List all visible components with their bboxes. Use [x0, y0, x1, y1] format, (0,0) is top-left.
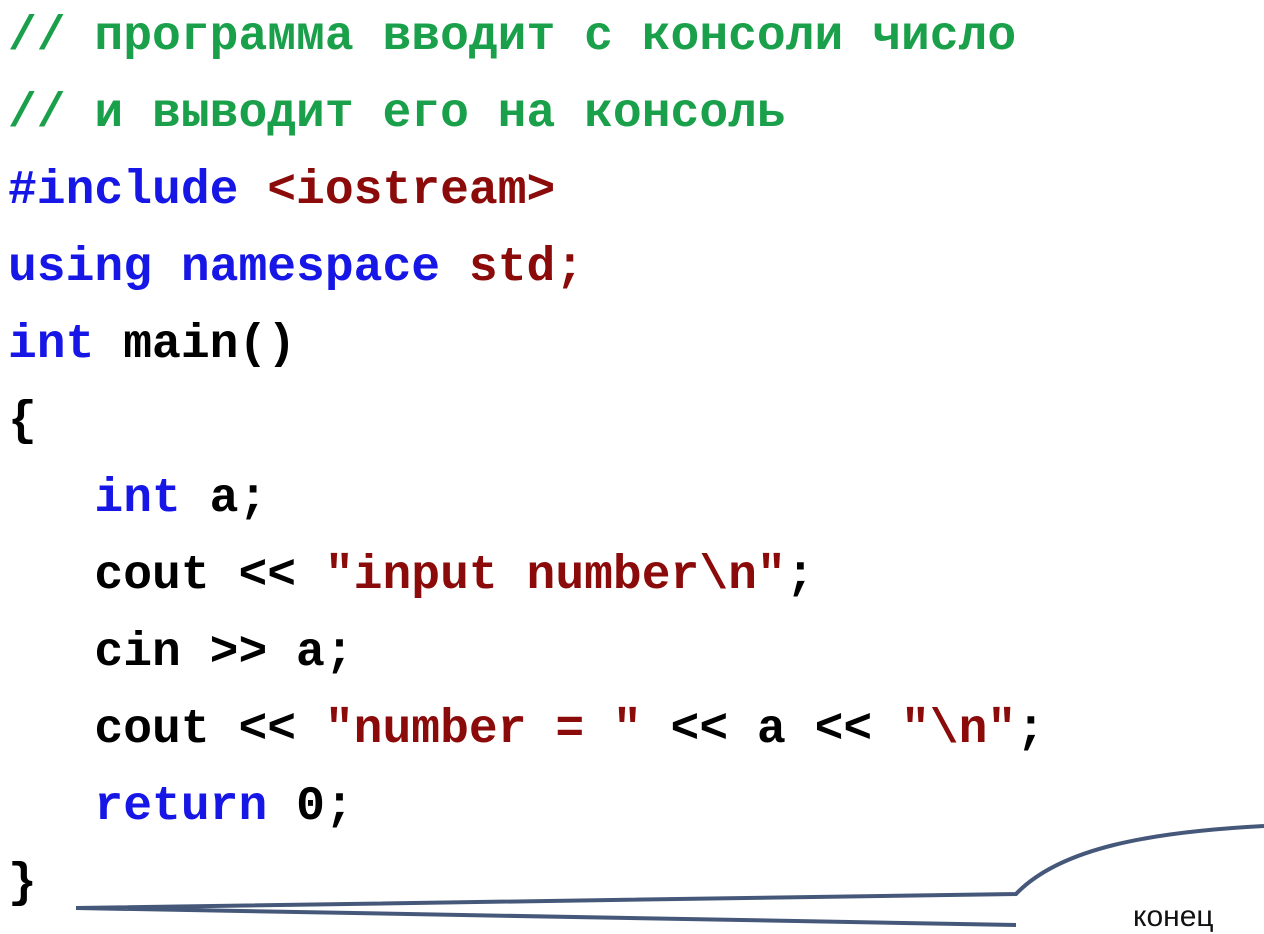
variable-decl: a; [209, 472, 268, 526]
keyword: int [8, 318, 95, 372]
semicolon: ; [785, 549, 815, 603]
string-literal: "\n" [901, 703, 1017, 757]
code-line-6: { [8, 389, 37, 455]
code-listing: // программа вводит с консоли число // и… [8, 0, 1045, 911]
code-line-10: cout << "number = " << a << "\n"; [8, 697, 1045, 763]
input-statement: cin >> a; [94, 626, 354, 680]
string-literal: "number = " [324, 703, 642, 757]
code-line-2: // и выводит его на консоль [8, 81, 786, 147]
comment: // программа вводит с консоли число [8, 10, 1017, 64]
open-brace: { [8, 395, 37, 449]
callout-label: конец [1133, 900, 1214, 933]
stream-op: cout << [94, 549, 297, 603]
code-line-8: cout << "input number\n"; [8, 543, 815, 609]
comment: // и выводит его на консоль [8, 87, 786, 141]
return-value: 0; [296, 780, 354, 834]
keyword: int [94, 472, 181, 526]
string-literal: "input number\n" [324, 549, 786, 603]
code-line-5: int main() [8, 312, 296, 378]
code-line-4: using namespace std; [8, 235, 584, 301]
stream-op: << a << [670, 703, 873, 757]
code-line-3: #include <iostream> [8, 158, 555, 224]
code-line-1: // программа вводит с консоли число [8, 4, 1016, 70]
preprocessor-directive: #include [8, 164, 239, 218]
code-line-11: return 0; [8, 774, 354, 840]
keyword: using namespace [8, 241, 441, 295]
keyword: return [94, 780, 268, 834]
code-line-9: cin >> a; [8, 620, 354, 686]
function-signature: main() [123, 318, 297, 372]
code-line-12: } [8, 851, 37, 917]
include-header: <iostream> [267, 164, 556, 218]
namespace-name: std; [468, 241, 585, 295]
code-line-7: int a; [8, 466, 267, 532]
close-brace: } [8, 857, 37, 911]
semicolon: ; [1016, 703, 1046, 757]
stream-op: cout << [94, 703, 297, 757]
